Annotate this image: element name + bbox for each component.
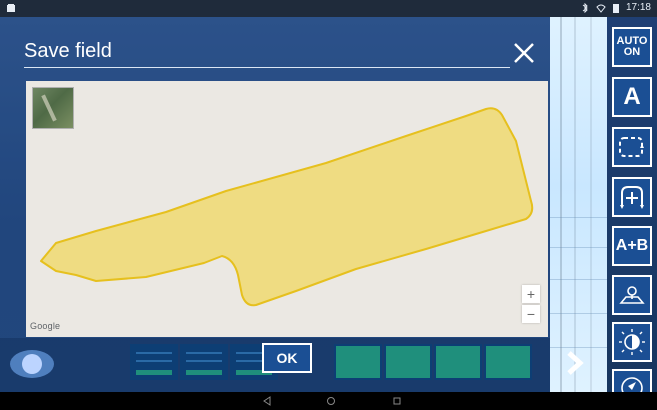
ab-line-button[interactable]: A+B <box>612 226 652 266</box>
close-icon[interactable] <box>513 42 535 64</box>
map-pin-icon <box>619 286 645 304</box>
status-bar: 17:18 <box>0 0 657 17</box>
section-tile <box>434 344 482 380</box>
next-arrow-icon[interactable] <box>562 350 588 376</box>
dialog-title: Save field <box>24 40 112 62</box>
section-tile <box>484 344 532 380</box>
bluetooth-icon <box>582 2 588 13</box>
navigation-bar <box>0 392 657 410</box>
compass-button[interactable] <box>612 369 652 392</box>
field-boundary-polygon <box>40 107 534 307</box>
right-toolbar: AUTO ON A A+B <box>607 17 657 392</box>
set-point-a-button[interactable]: A <box>612 77 652 117</box>
home-icon[interactable] <box>326 396 336 406</box>
section-tile <box>180 344 228 380</box>
compass-icon <box>621 376 643 392</box>
view-toggle-button[interactable]: ⊕ <box>10 350 54 378</box>
wifi-icon <box>596 4 606 13</box>
google-attribution: Google <box>30 321 61 331</box>
zoom-in-button[interactable]: + <box>522 285 540 303</box>
map-marker-button[interactable] <box>612 275 652 315</box>
field-map[interactable]: Google + − <box>26 81 548 337</box>
back-icon[interactable] <box>262 396 272 406</box>
field-boundary <box>40 107 534 307</box>
recents-icon[interactable] <box>392 396 402 406</box>
brightness-icon <box>619 329 645 355</box>
add-headland-button[interactable] <box>612 177 652 217</box>
save-field-dialog: Save field Google + − <box>10 37 550 337</box>
status-time: 17:18 <box>625 2 651 13</box>
headland-plus-icon <box>620 186 644 209</box>
dashed-boundary-icon <box>619 137 644 157</box>
ok-button[interactable]: OK <box>262 343 312 373</box>
auto-on-button[interactable]: AUTO ON <box>612 27 652 67</box>
title-divider <box>24 67 510 68</box>
status-icons: 17:18 <box>580 2 651 13</box>
day-night-button[interactable] <box>612 322 652 362</box>
zoom-out-button[interactable]: − <box>522 305 540 323</box>
eye-icon: ⊕ <box>25 352 41 372</box>
notification-icon <box>7 4 15 12</box>
battery-icon <box>612 3 619 13</box>
ab-label: A+B <box>615 237 649 254</box>
a-label: A <box>623 83 641 110</box>
boundary-button[interactable] <box>612 127 652 167</box>
auto-on-label: AUTO ON <box>616 35 648 58</box>
section-tile <box>130 344 178 380</box>
section-tile <box>384 344 432 380</box>
section-tile <box>334 344 382 380</box>
3d-field-view <box>550 17 607 392</box>
